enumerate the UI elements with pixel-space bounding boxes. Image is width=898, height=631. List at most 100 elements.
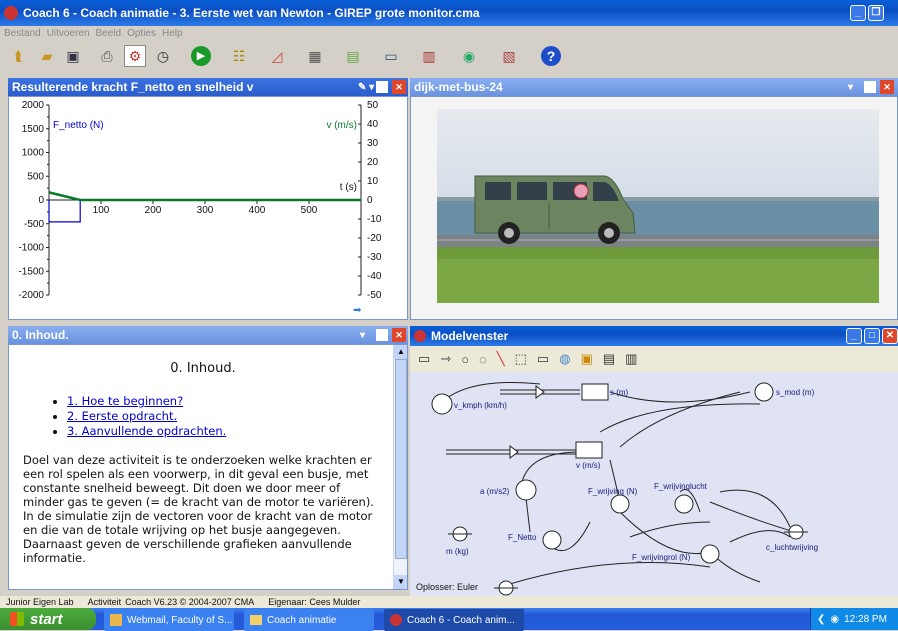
f-netto-node[interactable]	[542, 530, 562, 550]
animation-panel-menu-icon[interactable]: ▾	[848, 82, 853, 93]
v-label: v (m/s)	[576, 461, 601, 470]
scroll-down-button[interactable]: ▼	[394, 575, 407, 589]
model-maximize-button[interactable]: □	[864, 328, 880, 344]
task-coach-animatie[interactable]: Coach animatie	[244, 609, 374, 631]
y-right-tick-label: 30	[367, 138, 379, 149]
toc-link-3[interactable]: 3. Aanvullende opdrachten.	[67, 424, 226, 438]
chart-panel-maximize-button[interactable]	[376, 81, 388, 93]
help-icon[interactable]: ?	[540, 45, 562, 67]
menu-beeld[interactable]: Beeld	[96, 28, 122, 39]
animation-panel-maximize-button[interactable]	[864, 81, 876, 93]
s-mod-node[interactable]	[754, 382, 774, 402]
open-folder-icon[interactable]: ▰	[36, 45, 58, 67]
chart-panel-menu-icon[interactable]: ✎ ▾	[358, 82, 374, 93]
x-tick-label: 500	[301, 205, 318, 216]
x-tick-label: 300	[197, 205, 214, 216]
y-right-tick-label: -40	[367, 271, 382, 282]
select-tool-icon[interactable]: ⬚	[515, 351, 527, 367]
minimize-button[interactable]: _	[850, 5, 866, 21]
submodel-tool-icon[interactable]: ▭	[537, 351, 549, 367]
volume-icon[interactable]: ◉	[830, 614, 839, 625]
stopwatch-icon[interactable]: ◷	[152, 45, 174, 67]
picture-icon[interactable]: ▭	[380, 45, 402, 67]
content-paragraph-2: In de simulatie zijn de vectoren voor de…	[23, 509, 373, 565]
fit-tool-icon[interactable]: ▣	[581, 351, 593, 367]
webmail-icon	[110, 614, 122, 626]
model-diagram[interactable]: s (m) s_mod (m) v_kmph (km/h) v (m/s) a …	[410, 372, 898, 596]
f-wrijvinglucht-node[interactable]	[674, 494, 694, 514]
constant-tool-icon[interactable]: ◌	[479, 352, 487, 367]
app-title-bar: Coach 6 - Coach animatie - 3. Eerste wet…	[0, 0, 898, 26]
model-window-icon	[414, 330, 426, 342]
comment-tool-icon[interactable]: ◍	[559, 351, 570, 367]
tray-arrow-icon[interactable]: ❮	[817, 614, 825, 625]
model-icon[interactable]: ▧	[498, 45, 520, 67]
y-left-tick-label: -1000	[18, 243, 44, 254]
print-icon[interactable]: ⎙	[96, 45, 118, 67]
coach-icon	[390, 614, 402, 626]
model-canvas[interactable]: s (m) s_mod (m) v_kmph (km/h) v (m/s) a …	[410, 372, 898, 596]
scroll-up-button[interactable]: ▲	[394, 345, 407, 359]
save-icon[interactable]: ▣	[62, 45, 84, 67]
grass-highlight	[437, 259, 879, 303]
y-right-tick-label: 0	[367, 195, 373, 206]
equation-view-icon[interactable]: ▤	[603, 351, 615, 367]
animation-panel-close-button[interactable]: ✕	[880, 80, 894, 94]
v-kmph-node[interactable]	[431, 393, 453, 415]
s-stock[interactable]	[581, 383, 609, 401]
scroll-thumb[interactable]	[395, 359, 407, 559]
start-label: start	[30, 610, 63, 628]
y-right-tick-label: 10	[367, 176, 379, 187]
model-minimize-button[interactable]: _	[846, 328, 862, 344]
auxiliary-tool-icon[interactable]: ○	[461, 352, 469, 367]
model-close-button[interactable]: ✕	[882, 328, 898, 344]
folder-icon	[250, 615, 262, 625]
restore-button[interactable]: ❐	[868, 5, 884, 21]
task-coach6[interactable]: Coach 6 - Coach anim...	[384, 609, 524, 631]
chart-panel-title-bar: Resulterende kracht F_netto en snelheid …	[8, 78, 408, 96]
text-icon[interactable]: ▤	[342, 45, 364, 67]
y-right-tick-label: -20	[367, 233, 382, 244]
content-panel-title-bar: 0. Inhoud. ▾ ✕	[8, 326, 408, 344]
a-node[interactable]	[515, 479, 537, 501]
menu-help[interactable]: Help	[162, 28, 183, 39]
f-wrijvingrol-node[interactable]	[700, 544, 720, 564]
content-panel-menu-icon[interactable]: ▾	[360, 330, 365, 341]
start-button[interactable]: start	[0, 608, 96, 630]
menu-opties[interactable]: Opties	[127, 28, 156, 39]
video-icon[interactable]: ▥	[418, 45, 440, 67]
flow-tool-icon[interactable]: ⇾	[440, 351, 451, 367]
v-stock[interactable]	[575, 441, 603, 459]
content-panel-maximize-button[interactable]	[376, 329, 388, 341]
chart-panel-close-button[interactable]: ✕	[392, 80, 406, 94]
content-scrollbar[interactable]: ▲ ▼	[393, 345, 407, 589]
graph-icon[interactable]: ◿	[266, 45, 288, 67]
y-right-tick-label: 50	[367, 100, 379, 111]
y-right-tick-label: 40	[367, 119, 379, 130]
status-version: Coach V6.23 © 2004-2007 CMA	[125, 597, 255, 607]
measure-icon[interactable]: ◉	[458, 45, 480, 67]
text-view-icon[interactable]: ▥	[625, 351, 637, 367]
stock-tool-icon[interactable]: ▭	[418, 351, 430, 367]
play-icon[interactable]: ▶	[190, 45, 212, 67]
clock[interactable]: 12:28 PM	[844, 614, 887, 625]
task-webmail[interactable]: Webmail, Faculty of S...	[104, 609, 234, 631]
f-wrijving-node[interactable]	[610, 494, 630, 514]
toc-link-2[interactable]: 2. Eerste opdracht.	[67, 409, 177, 423]
menu-bestand[interactable]: Bestand	[4, 28, 41, 39]
animation-panel-title: dijk-met-bus-24	[414, 80, 503, 94]
y-left-tick-label: 1500	[22, 124, 45, 135]
open-activity-icon[interactable]: ⮬	[8, 45, 30, 67]
meters-icon[interactable]: ☷	[228, 45, 250, 67]
table-icon[interactable]: ▦	[304, 45, 326, 67]
toc-link-1[interactable]: 1. Hoe te beginnen?	[67, 394, 183, 408]
chart-panel-title: Resulterende kracht F_netto en snelheid …	[12, 80, 254, 94]
tools-icon[interactable]: ⚙	[124, 45, 146, 67]
model-panel-title: Modelvenster	[431, 329, 509, 343]
menu-uitvoeren[interactable]: Uitvoeren	[47, 28, 90, 39]
connector-tool-icon[interactable]: ╲	[497, 351, 505, 367]
v-flow-valve-icon	[509, 445, 519, 459]
line-chart[interactable]: 2000150010005000-500-1000-1500-200050403…	[9, 97, 407, 319]
s-mod-label: s_mod (m)	[776, 388, 815, 397]
content-panel-close-button[interactable]: ✕	[392, 328, 406, 342]
